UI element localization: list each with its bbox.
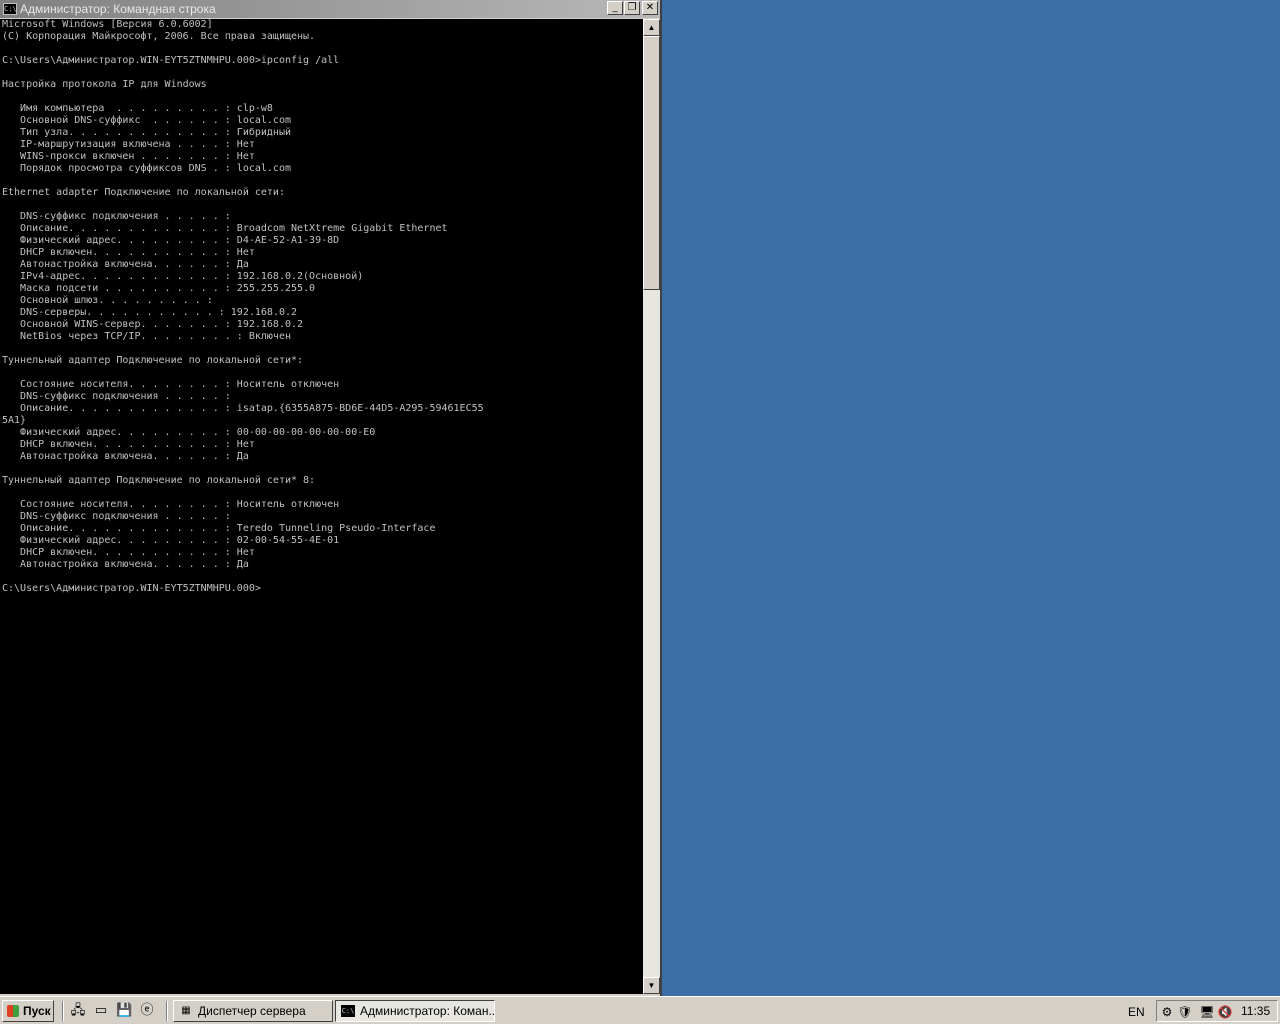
console-line: DNS-суффикс подключения . . . . . : [2, 511, 231, 522]
console-line: Тип узла. . . . . . . . . . . . . : Гибр… [2, 127, 291, 138]
cmd-task-icon: C:\ [341, 1005, 355, 1017]
cmd-app-icon[interactable]: C:\ [3, 3, 17, 15]
system-tray: ⚙ 🛡 🖥 🔇 11:35 [1156, 1000, 1278, 1022]
console-line: Туннельный адаптер Подключение по локаль… [2, 355, 304, 366]
console-line: Физический адрес. . . . . . . . . : 00-0… [2, 427, 376, 438]
minimize-button[interactable]: _ [607, 1, 623, 15]
console-line: DHCP включен. . . . . . . . . . . : Нет [2, 247, 255, 258]
console-line: Имя компьютера . . . . . . . . . : clp-w… [2, 103, 273, 114]
network-connection-icon[interactable]: 🖥 [1199, 1004, 1215, 1020]
restore-button[interactable]: ❐ [624, 1, 640, 15]
console-line: WINS-прокси включен . . . . . . . : Нет [2, 151, 255, 162]
taskbar-separator [166, 1001, 168, 1021]
console-line: Маска подсети . . . . . . . . . . : 255.… [2, 283, 316, 294]
console-line: Автонастройка включена. . . . . . : Да [2, 559, 249, 570]
start-button[interactable]: Пуск [2, 1000, 54, 1022]
internet-explorer-icon[interactable]: ⓔ [139, 1003, 155, 1019]
task-server-manager[interactable]: ▦ Диспетчер сервера [173, 1000, 333, 1022]
volume-muted-icon[interactable]: 🔇 [1217, 1004, 1233, 1020]
scroll-up-button[interactable]: ▲ [643, 19, 660, 36]
clock[interactable]: 11:35 [1241, 1004, 1270, 1018]
console-line: Основной шлюз. . . . . . . . . : [2, 295, 213, 306]
taskbar: Пуск 🖧 ▭ 💾 ⓔ ▦ Диспетчер сервера C:\ Админи… [0, 996, 1280, 1024]
console-line: DHCP включен. . . . . . . . . . . : Нет [2, 547, 255, 558]
console-line: DHCP включен. . . . . . . . . . . : Нет [2, 439, 255, 450]
show-desktop-icon[interactable]: ▭ [93, 1003, 109, 1019]
console-line: IP-маршрутизация включена . . . . : Нет [2, 139, 255, 150]
console-line: Автонастройка включена. . . . . . : Да [2, 259, 249, 270]
console-line: DNS-серверы. . . . . . . . . . . : 192.1… [2, 307, 298, 318]
console-line: Описание. . . . . . . . . . . . . : Tere… [2, 523, 436, 534]
console-line: Автонастройка включена. . . . . . : Да [2, 451, 249, 462]
window-title: Администратор: Командная строка [20, 2, 216, 16]
console-line: DNS-суффикс подключения . . . . . : [2, 391, 231, 402]
console-line: Настройка протокола IP для Windows [2, 79, 207, 90]
close-button[interactable]: ✕ [642, 1, 658, 15]
server-manager-quicklaunch-icon[interactable]: 🖧 [70, 1003, 86, 1019]
language-indicator[interactable]: EN [1128, 1005, 1145, 1019]
task-command-prompt[interactable]: C:\ Администратор: Коман... [335, 1000, 495, 1022]
console-line: IPv4-адрес. . . . . . . . . . . . : 192.… [2, 271, 364, 282]
console-line: Физический адрес. . . . . . . . . : 02-0… [2, 535, 340, 546]
console-line: Microsoft Windows [Версия 6.0.6002] [2, 19, 213, 30]
console-line: C:\Users\Администратор.WIN-EYT5ZTNMHPU.0… [2, 583, 261, 594]
save-icon[interactable]: 💾 [116, 1003, 132, 1019]
windows-flag-icon [7, 1005, 19, 1017]
console-line: 5A1} [2, 415, 27, 426]
taskbar-separator [62, 1001, 64, 1021]
console-line: (C) Корпорация Майкрософт, 2006. Все пра… [2, 31, 316, 42]
console-line: Туннельный адаптер Подключение по локаль… [2, 475, 316, 486]
vertical-scrollbar[interactable]: ▲ ▼ [643, 19, 660, 994]
console-line: Основной WINS-сервер. . . . . . . : 192.… [2, 319, 304, 330]
security-shield-icon[interactable]: 🛡 [1177, 1004, 1193, 1020]
scroll-down-button[interactable]: ▼ [643, 977, 660, 994]
scroll-thumb[interactable] [643, 36, 660, 290]
console-line: Порядок просмотра суффиксов DNS . : loca… [2, 163, 291, 174]
console-line: DNS-суффикс подключения . . . . . : [2, 211, 231, 222]
window-titlebar[interactable]: C:\ Администратор: Командная строка _ ❐ … [0, 0, 660, 18]
server-manager-icon: ▦ [181, 1005, 191, 1016]
console-line: C:\Users\Администратор.WIN-EYT5ZTNMHPU.0… [2, 55, 340, 66]
console-line: Описание. . . . . . . . . . . . . : Broa… [2, 223, 448, 234]
console-line: Состояние носителя. . . . . . . . : Носи… [2, 499, 340, 510]
start-label: Пуск [23, 1004, 51, 1018]
command-prompt-window[interactable]: C:\ Администратор: Командная строка _ ❐ … [0, 0, 662, 996]
console-line: NetBios через TCP/IP. . . . . . . . : Вк… [2, 331, 291, 342]
task-label: Администратор: Коман... [360, 1004, 495, 1018]
console-output[interactable]: Microsoft Windows [Версия 6.0.6002] (C) К… [0, 19, 643, 994]
network-settings-icon[interactable]: ⚙ [1159, 1004, 1175, 1020]
console-line: Описание. . . . . . . . . . . . . : isat… [2, 403, 484, 414]
console-line: Основной DNS-суффикс . . . . . . : local… [2, 115, 291, 126]
console-line: Состояние носителя. . . . . . . . : Носи… [2, 379, 340, 390]
console-line: Физический адрес. . . . . . . . . : D4-A… [2, 235, 340, 246]
console-line: Ethernet adapter Подключение по локально… [2, 187, 285, 198]
task-label: Диспетчер сервера [198, 1004, 306, 1018]
